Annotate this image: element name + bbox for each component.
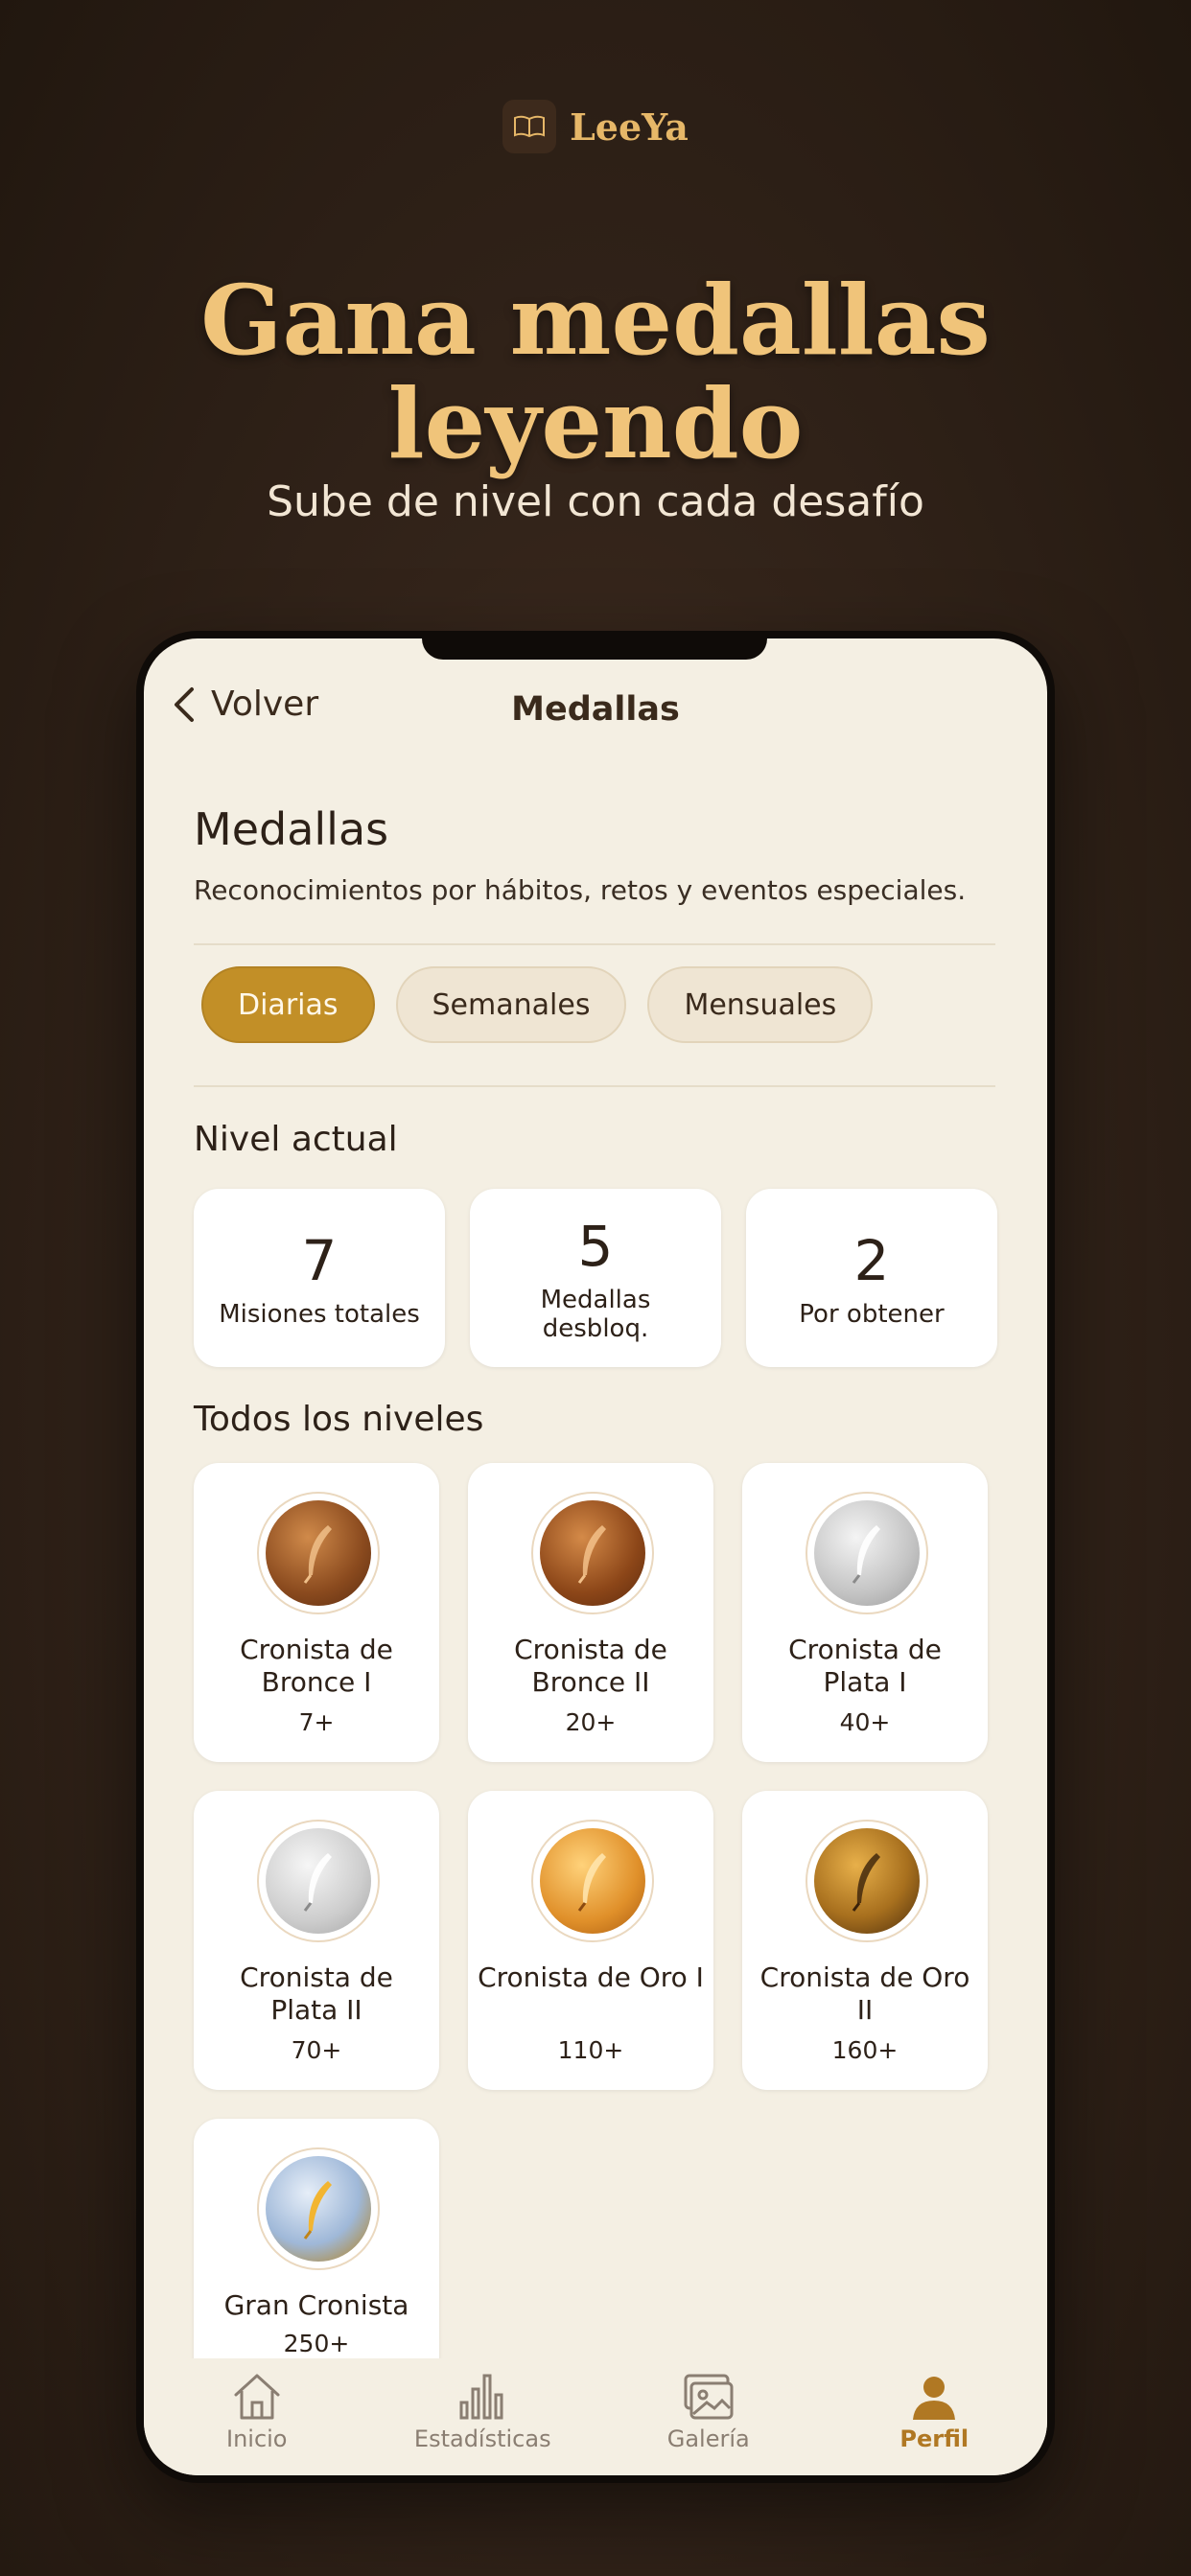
hero-title-line-1: Gana medallas (200, 264, 991, 377)
medal-range: 7+ (298, 1708, 335, 1736)
gold-medal-icon (531, 1820, 654, 1942)
medal-card[interactable]: Cronista de Oro II 160+ (742, 1791, 988, 2090)
medal-name: Gran Cronista (223, 2289, 409, 2321)
tab-label: Inicio (225, 2425, 288, 2452)
medal-card[interactable]: Cronista de Oro I 110+ (468, 1791, 713, 2090)
medal-name: Cronista de Bronce I (240, 1634, 393, 1698)
divider (194, 943, 995, 945)
app-screen: Volver Medallas Medallas Reconocimientos… (144, 638, 1047, 2475)
tab-galeria[interactable]: Galería (596, 2358, 822, 2475)
hero-subtitle: Sube de nivel con cada desafío (267, 477, 924, 526)
stat-value: 2 (853, 1228, 890, 1293)
tab-semanales[interactable]: Semanales (395, 966, 627, 1043)
medal-range: 250+ (283, 2330, 350, 2357)
gallery-icon (684, 2374, 734, 2420)
tab-perfil[interactable]: Perfil (822, 2358, 1048, 2475)
tab-inicio[interactable]: Inicio (144, 2358, 370, 2475)
book-icon (502, 100, 557, 153)
medal-card[interactable]: Cronista de Plata I 40+ (742, 1463, 988, 1762)
tab-mensuales[interactable]: Mensuales (647, 966, 874, 1043)
brand-name: LeeYa (570, 104, 689, 149)
medal-name: Cronista de Bronce II (514, 1634, 667, 1698)
dark-gold-medal-icon (806, 1820, 928, 1942)
stats-row: 7 Misiones totales 5 Medallas desbloq. 2… (194, 1189, 997, 1367)
bronze-medal-icon (531, 1492, 654, 1614)
stat-value: 5 (577, 1214, 614, 1279)
medal-name: Cronista de Plata I (788, 1634, 942, 1698)
stat-value: 7 (301, 1228, 338, 1293)
tab-label: Perfil (899, 2425, 969, 2452)
medal-card[interactable]: Cronista de Bronce I 7+ (194, 1463, 439, 1762)
all-levels-title: Todos los niveles (194, 1400, 484, 1439)
stat-card: 2 Por obtener (746, 1189, 997, 1367)
silver-medal-icon (806, 1492, 928, 1614)
nav-bar: Volver Medallas (144, 638, 1047, 782)
period-tabs: Diarias Semanales Mensuales (201, 966, 874, 1043)
medal-range: 70+ (291, 2036, 342, 2064)
medal-card[interactable]: Cronista de Plata II 70+ (194, 1791, 439, 2090)
medal-range: 20+ (565, 1708, 617, 1736)
brand: LeeYa (0, 100, 1191, 153)
medal-range: 40+ (839, 1708, 891, 1736)
stat-label: Por obtener (799, 1300, 945, 1329)
divider (194, 1085, 995, 1087)
bar-chart-icon (459, 2374, 503, 2420)
medal-range: 160+ (831, 2036, 899, 2064)
current-level-title: Nivel actual (194, 1120, 398, 1159)
home-icon (234, 2374, 280, 2420)
medal-name: Cronista de Plata II (240, 1961, 393, 2026)
grand-medal-icon (257, 2147, 380, 2270)
page-description: Reconocimientos por hábitos, retos y eve… (194, 874, 967, 906)
stat-card: 5 Medallas desbloq. (470, 1189, 721, 1367)
phone-frame: Volver Medallas Medallas Reconocimientos… (136, 631, 1055, 2483)
stat-card: 7 Misiones totales (194, 1189, 445, 1367)
tab-diarias[interactable]: Diarias (201, 966, 375, 1043)
medal-range: 110+ (557, 2036, 624, 2064)
user-icon (913, 2377, 956, 2420)
page-title: Medallas (194, 803, 389, 855)
stat-label: Misiones totales (219, 1300, 420, 1329)
medal-card[interactable]: Cronista de Bronce II 20+ (468, 1463, 713, 1762)
tab-label: Galería (666, 2425, 750, 2452)
stat-label: Medallas desbloq. (540, 1286, 651, 1343)
tab-label: Estadísticas (413, 2425, 551, 2452)
hero-title-line-2: leyendo (387, 367, 804, 480)
tab-estadisticas[interactable]: Estadísticas (370, 2358, 596, 2475)
medal-name: Cronista de Oro II (759, 1961, 970, 2026)
hero-title: Gana medallas leyendo (0, 268, 1191, 476)
bottom-tab-bar: Inicio Estadísticas Galería Perfil (144, 2358, 1047, 2475)
silver-medal-icon (257, 1820, 380, 1942)
medal-name: Cronista de Oro I (478, 1961, 704, 1993)
nav-title: Medallas (511, 690, 680, 729)
bronze-medal-icon (257, 1492, 380, 1614)
